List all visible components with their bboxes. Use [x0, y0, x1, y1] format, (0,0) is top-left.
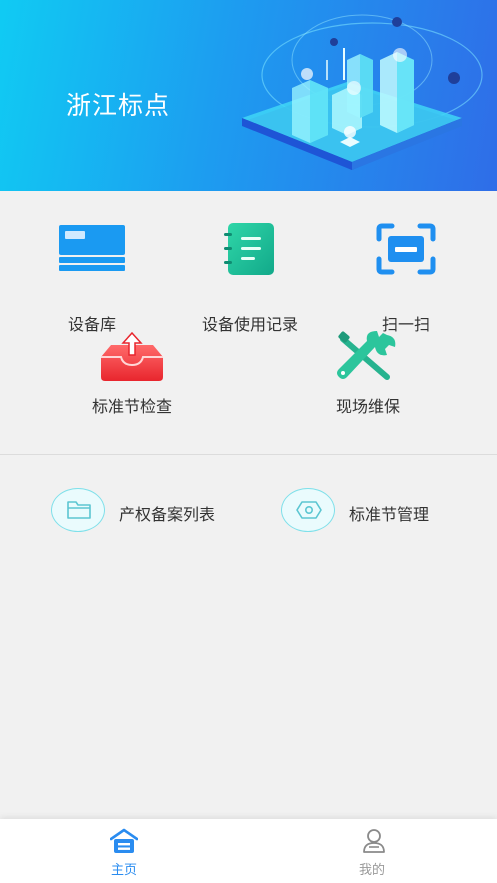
quick-link-property-filing-list[interactable]: 产权备案列表 [51, 488, 241, 534]
function-grid: 设备库 设备使用记录 扫一扫 标准节检查 现场维保 [0, 191, 497, 454]
inbox-upload-icon [101, 331, 163, 381]
section-divider [0, 454, 497, 455]
menu-item-on-site-maintenance[interactable]: 现场维保 [308, 331, 428, 421]
menu-item-device-library[interactable]: 设备库 [32, 219, 152, 334]
menu-label: 标准节检查 [91, 397, 172, 416]
quick-link-standard-section-management[interactable]: 标准节管理 [281, 488, 451, 534]
tab-label: 主页 [110, 863, 137, 878]
menu-label: 现场维保 [335, 397, 400, 416]
quick-link-icon-badge [281, 488, 335, 532]
menu-item-standard-section-check[interactable]: 标准节检查 [72, 331, 192, 421]
tab-label: 我的 [358, 863, 385, 878]
bottom-tab-bar: 主页 我的 [0, 819, 497, 883]
wrench-screwdriver-icon [337, 331, 396, 380]
app-title: 浙江标点 [66, 91, 171, 120]
quick-link-icon-badge [51, 488, 105, 532]
menu-item-scan[interactable]: 扫一扫 [346, 219, 466, 334]
tab-mine[interactable]: 我的 [248, 819, 496, 883]
quick-link-label: 标准节管理 [349, 505, 430, 524]
menu-item-device-usage-records[interactable]: 设备使用记录 [180, 219, 320, 334]
home-icon [110, 828, 138, 853]
smart-city-illustration [242, 14, 483, 170]
scan-icon [376, 223, 436, 275]
header-banner: 浙江标点 [0, 0, 497, 191]
card-icon [59, 225, 125, 271]
user-icon [363, 829, 385, 853]
folder-icon [67, 501, 91, 519]
menu-label: 设备使用记录 [201, 315, 298, 334]
hexagon-nut-icon [296, 501, 322, 519]
quick-link-label: 产权备案列表 [119, 505, 216, 524]
notebook-icon [224, 223, 274, 275]
tab-home[interactable]: 主页 [0, 819, 248, 883]
